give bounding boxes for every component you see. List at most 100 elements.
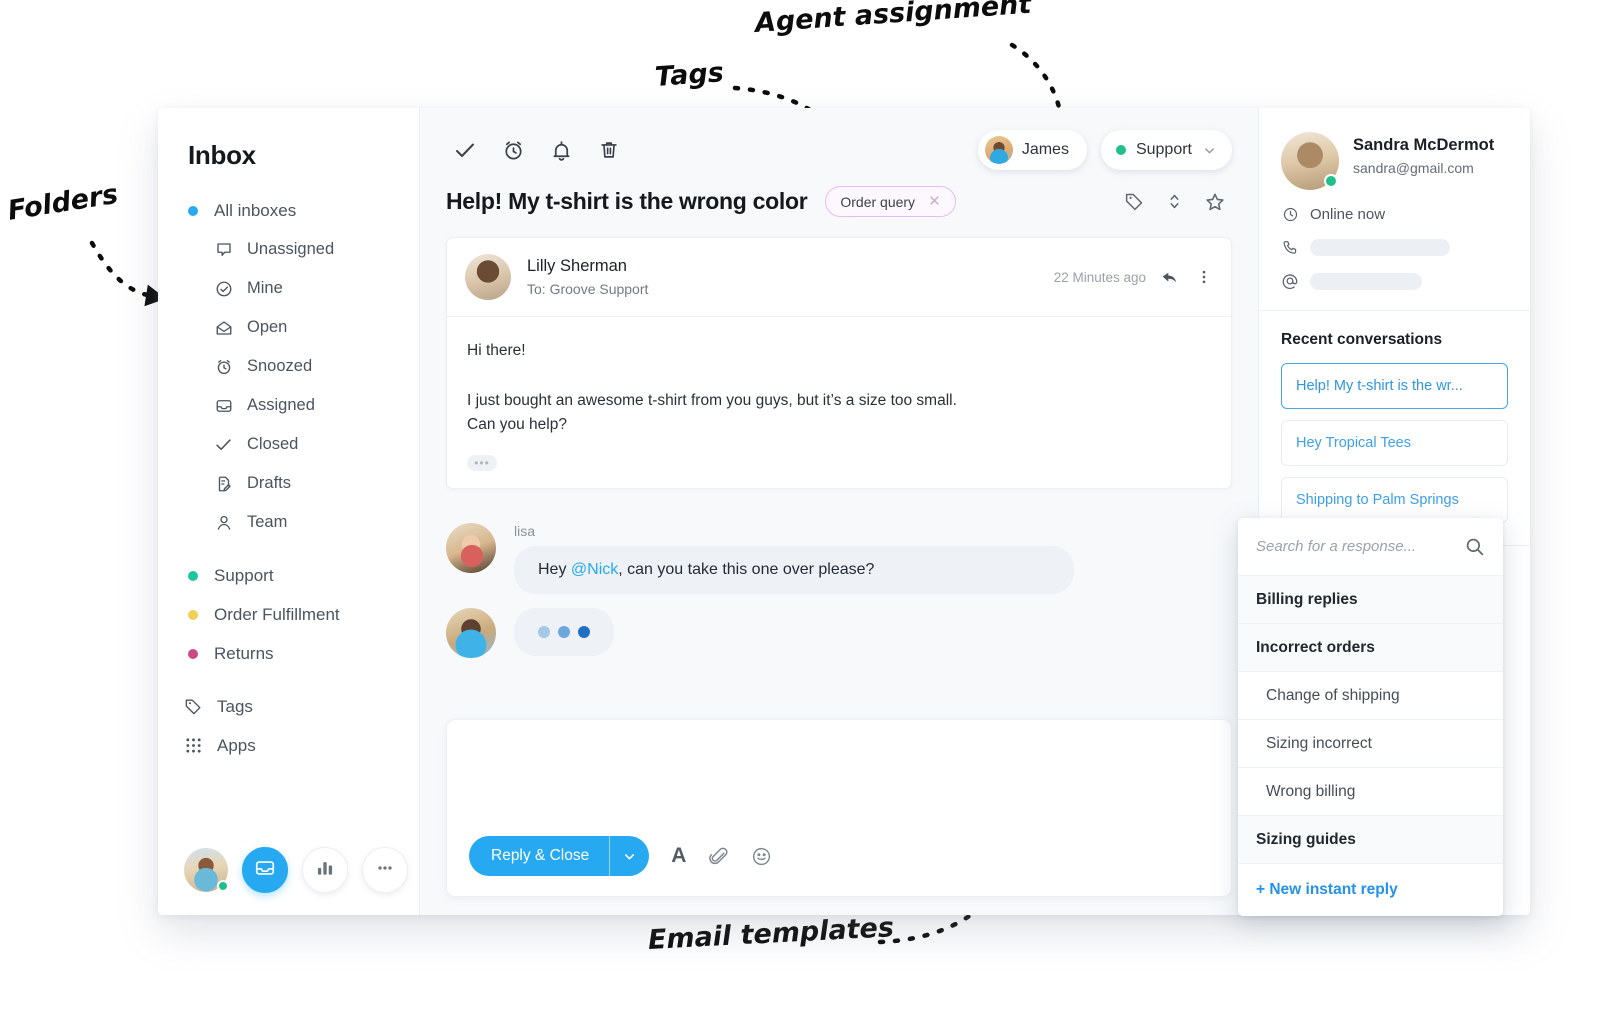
- reply-editor[interactable]: Reply & Close A: [446, 719, 1232, 897]
- email-body: Hi there! I just bought an awesome t-shi…: [447, 317, 1231, 488]
- sidebar-item-label: Support: [214, 565, 274, 585]
- dot-icon: [188, 648, 198, 659]
- sidebar-item-tags[interactable]: Tags: [158, 687, 419, 726]
- note-text-after: , can you take this one over please?: [618, 561, 875, 579]
- expand-quoted-text-button[interactable]: •••: [467, 455, 497, 472]
- agent-assignment-chip[interactable]: James: [977, 130, 1087, 170]
- tag-label: Order query: [840, 193, 916, 210]
- dot-icon: [1115, 145, 1126, 155]
- reply-arrow-icon[interactable]: [1160, 267, 1181, 288]
- more-options-button[interactable]: [362, 847, 408, 893]
- instant-reply-group[interactable]: Incorrect orders: [1238, 624, 1503, 672]
- trash-icon[interactable]: [590, 131, 628, 169]
- sidebar-item-assigned[interactable]: Assigned: [158, 386, 419, 425]
- sidebar-item-label: Mine: [247, 279, 283, 297]
- note-author: lisa: [514, 523, 536, 540]
- customer-header: Sandra McDermot sandra@gmail.com Online …: [1259, 108, 1530, 311]
- mention-link[interactable]: @Nick: [571, 561, 618, 578]
- mark-closed-button[interactable]: [446, 131, 484, 169]
- sidebar-folder-order-fulfillment[interactable]: Order Fulfillment: [158, 595, 419, 634]
- inbox-button[interactable]: [242, 847, 288, 893]
- more-dots-icon: [375, 858, 395, 883]
- instant-reply-item[interactable]: Wrong billing: [1238, 768, 1503, 816]
- list-item[interactable]: Shipping to Palm Springs: [1281, 477, 1508, 523]
- screenshot-root: Folders Tags Agent assignment Email temp…: [0, 0, 1600, 1020]
- new-instant-reply-button[interactable]: + New instant reply: [1238, 864, 1503, 916]
- attachment-icon[interactable]: [708, 846, 729, 867]
- sidebar-item-team[interactable]: Team: [158, 503, 419, 542]
- reports-button[interactable]: [302, 847, 348, 893]
- reply-and-close-button[interactable]: Reply & Close: [469, 836, 650, 876]
- typing-bubble: [514, 608, 614, 657]
- tag-chip-order-query[interactable]: Order query ✕: [825, 186, 956, 217]
- page-title: Inbox: [188, 140, 256, 170]
- annotation-email-templates: Email templates: [647, 912, 895, 956]
- current-user-avatar[interactable]: [184, 848, 229, 892]
- sidebar-item-all-inboxes[interactable]: All inboxes: [158, 191, 419, 230]
- email-message: Lilly Sherman To: Groove Support 22 Minu…: [446, 237, 1232, 490]
- alarm-clock-icon: [214, 357, 233, 376]
- conversation-subject: Help! My t-shirt is the wrong color: [446, 188, 808, 214]
- customer-phone-field: [1281, 239, 1508, 256]
- note-bubble: Hey @Nick, can you take this one over pl…: [514, 546, 1074, 595]
- dot-icon: [188, 609, 198, 620]
- timestamp: 22 Minutes ago: [1053, 269, 1146, 285]
- search-input[interactable]: [1256, 538, 1464, 555]
- sidebar-item-snoozed[interactable]: Snoozed: [158, 347, 419, 386]
- agent-name: James: [1021, 141, 1069, 158]
- person-icon: [214, 513, 233, 532]
- sidebar-item-label: Unassigned: [247, 240, 335, 258]
- conversation-header: James Support Help! My t-shirt is the wr…: [420, 108, 1258, 237]
- james-avatar: [984, 136, 1013, 164]
- bar-chart-icon: [315, 858, 335, 883]
- sidebar-item-unassigned[interactable]: Unassigned: [158, 230, 419, 269]
- sidebar-item-drafts[interactable]: Drafts: [158, 464, 419, 503]
- typing-dots-icon: [514, 608, 614, 656]
- instant-reply-search-row[interactable]: [1238, 518, 1503, 576]
- star-icon[interactable]: [1204, 191, 1226, 213]
- email-line: Can you help?: [467, 416, 567, 434]
- chevron-down-icon[interactable]: [609, 836, 650, 876]
- sidebar-folder-support[interactable]: Support: [158, 556, 419, 595]
- bell-icon[interactable]: [542, 131, 580, 169]
- section-title: Recent conversations: [1281, 331, 1443, 348]
- text-format-icon[interactable]: A: [671, 844, 686, 868]
- sidebar-item-closed[interactable]: Closed: [158, 425, 419, 464]
- conversation-toolbar: James Support: [446, 130, 1232, 170]
- customer-email: sandra@gmail.com: [1353, 160, 1474, 176]
- search-icon[interactable]: [1464, 536, 1485, 557]
- sidebar-item-open[interactable]: Open: [158, 308, 419, 347]
- customer-presence: Online now: [1281, 206, 1508, 223]
- snooze-clock-icon[interactable]: [494, 131, 532, 169]
- instant-reply-item[interactable]: Sizing incorrect: [1238, 720, 1503, 768]
- close-icon[interactable]: ✕: [928, 194, 941, 209]
- internal-note: lisa Hey @Nick, can you take this one ov…: [446, 523, 1232, 595]
- emoji-icon[interactable]: [751, 846, 772, 867]
- sidebar-item-apps[interactable]: Apps: [158, 726, 419, 765]
- email-line: I just bought an awesome t-shirt from yo…: [467, 392, 957, 410]
- draft-document-icon: [214, 474, 233, 493]
- more-vertical-icon[interactable]: [1195, 268, 1213, 286]
- sidebar-spacer: [158, 542, 419, 556]
- conversation-pane: James Support Help! My t-shirt is the wr…: [420, 108, 1503, 916]
- list-item[interactable]: Hey Tropical Tees: [1281, 420, 1508, 466]
- tag-icon[interactable]: [1124, 191, 1145, 212]
- typing-indicator-row: [446, 608, 1232, 659]
- at-sign-icon: [1281, 272, 1299, 290]
- instant-reply-group[interactable]: Billing replies: [1238, 576, 1503, 624]
- chevron-down-icon: [1202, 143, 1217, 158]
- instant-reply-dropdown[interactable]: Billing replies Incorrect orders Change …: [1238, 518, 1503, 916]
- avatar: [1281, 132, 1339, 190]
- instant-reply-item[interactable]: Change of shipping: [1238, 672, 1503, 720]
- move-updown-icon[interactable]: [1165, 191, 1184, 212]
- annotation-agent-assignment: Agent assignment: [753, 0, 1033, 39]
- sidebar-folder-returns[interactable]: Returns: [158, 634, 419, 673]
- sidebar-item-label: Returns: [214, 643, 274, 663]
- sidebar-footer: [184, 847, 408, 893]
- mailbox-selector[interactable]: Support: [1100, 130, 1232, 170]
- sidebar-item-mine[interactable]: Mine: [158, 269, 419, 308]
- list-item[interactable]: Help! My t-shirt is the wr...: [1281, 363, 1508, 409]
- sidebar-item-label: Team: [247, 513, 288, 531]
- sender-avatar: [465, 254, 511, 300]
- instant-reply-group[interactable]: Sizing guides: [1238, 816, 1503, 864]
